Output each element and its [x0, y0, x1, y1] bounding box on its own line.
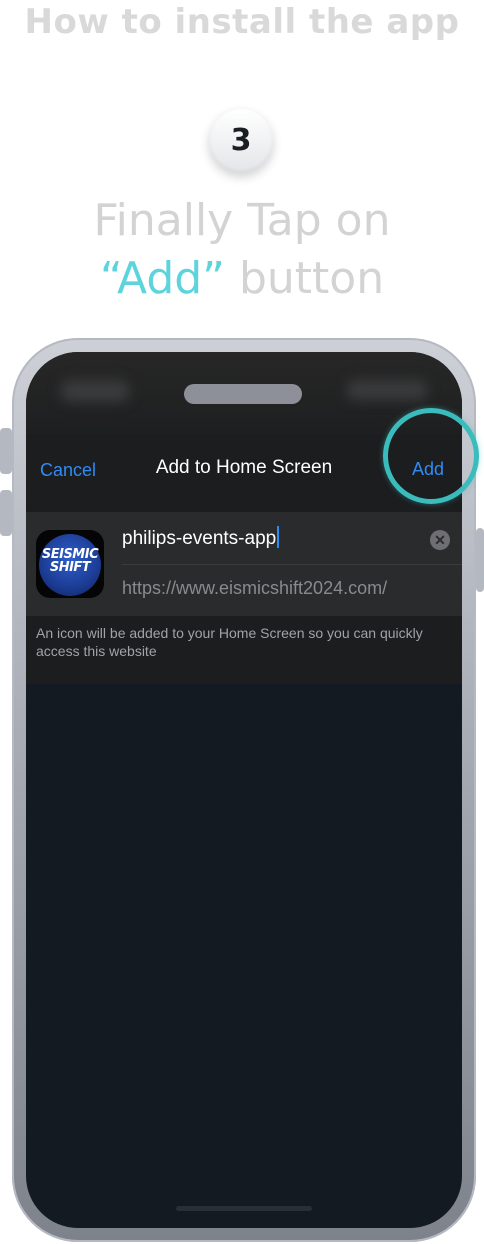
instruction-line-1: Finally Tap on [93, 195, 391, 246]
instruction-accent: “Add” [99, 253, 225, 304]
app-icon: SEISMIC SHIFT [36, 530, 104, 598]
clear-circle-icon[interactable]: ✕ [430, 530, 450, 550]
dynamic-island [184, 384, 302, 404]
instruction-text: Finally Tap on “Add” button [0, 192, 484, 308]
app-icon-logo: SEISMIC SHIFT [40, 548, 100, 574]
add-button-highlight-ring [383, 408, 479, 504]
side-button-right [476, 528, 484, 592]
header-title: How to install the app [24, 2, 460, 42]
url-text: https://www.eismicshift2024.com/ [122, 578, 388, 598]
bookmark-card: SEISMIC SHIFT philips-events-app ✕ https… [26, 512, 462, 616]
home-indicator [176, 1206, 312, 1211]
status-time-blurred [60, 380, 130, 402]
side-button-left-bottom [0, 490, 12, 536]
app-name-value: philips-events-app [122, 528, 277, 549]
status-icons-blurred [346, 380, 428, 400]
instruction-line-2: “Add” button [0, 250, 484, 308]
footnote-text: An icon will be added to your Home Scree… [36, 625, 423, 659]
side-button-left-top [0, 428, 12, 474]
footnote-area: An icon will be added to your Home Scree… [26, 616, 462, 684]
field-divider [122, 564, 462, 565]
step-badge: 3 [209, 109, 273, 173]
instruction-line-2-rest: button [224, 253, 385, 304]
text-caret [277, 526, 280, 548]
app-icon-logo-line-2: SHIFT [49, 560, 91, 575]
app-name-field[interactable]: philips-events-app [122, 526, 280, 550]
